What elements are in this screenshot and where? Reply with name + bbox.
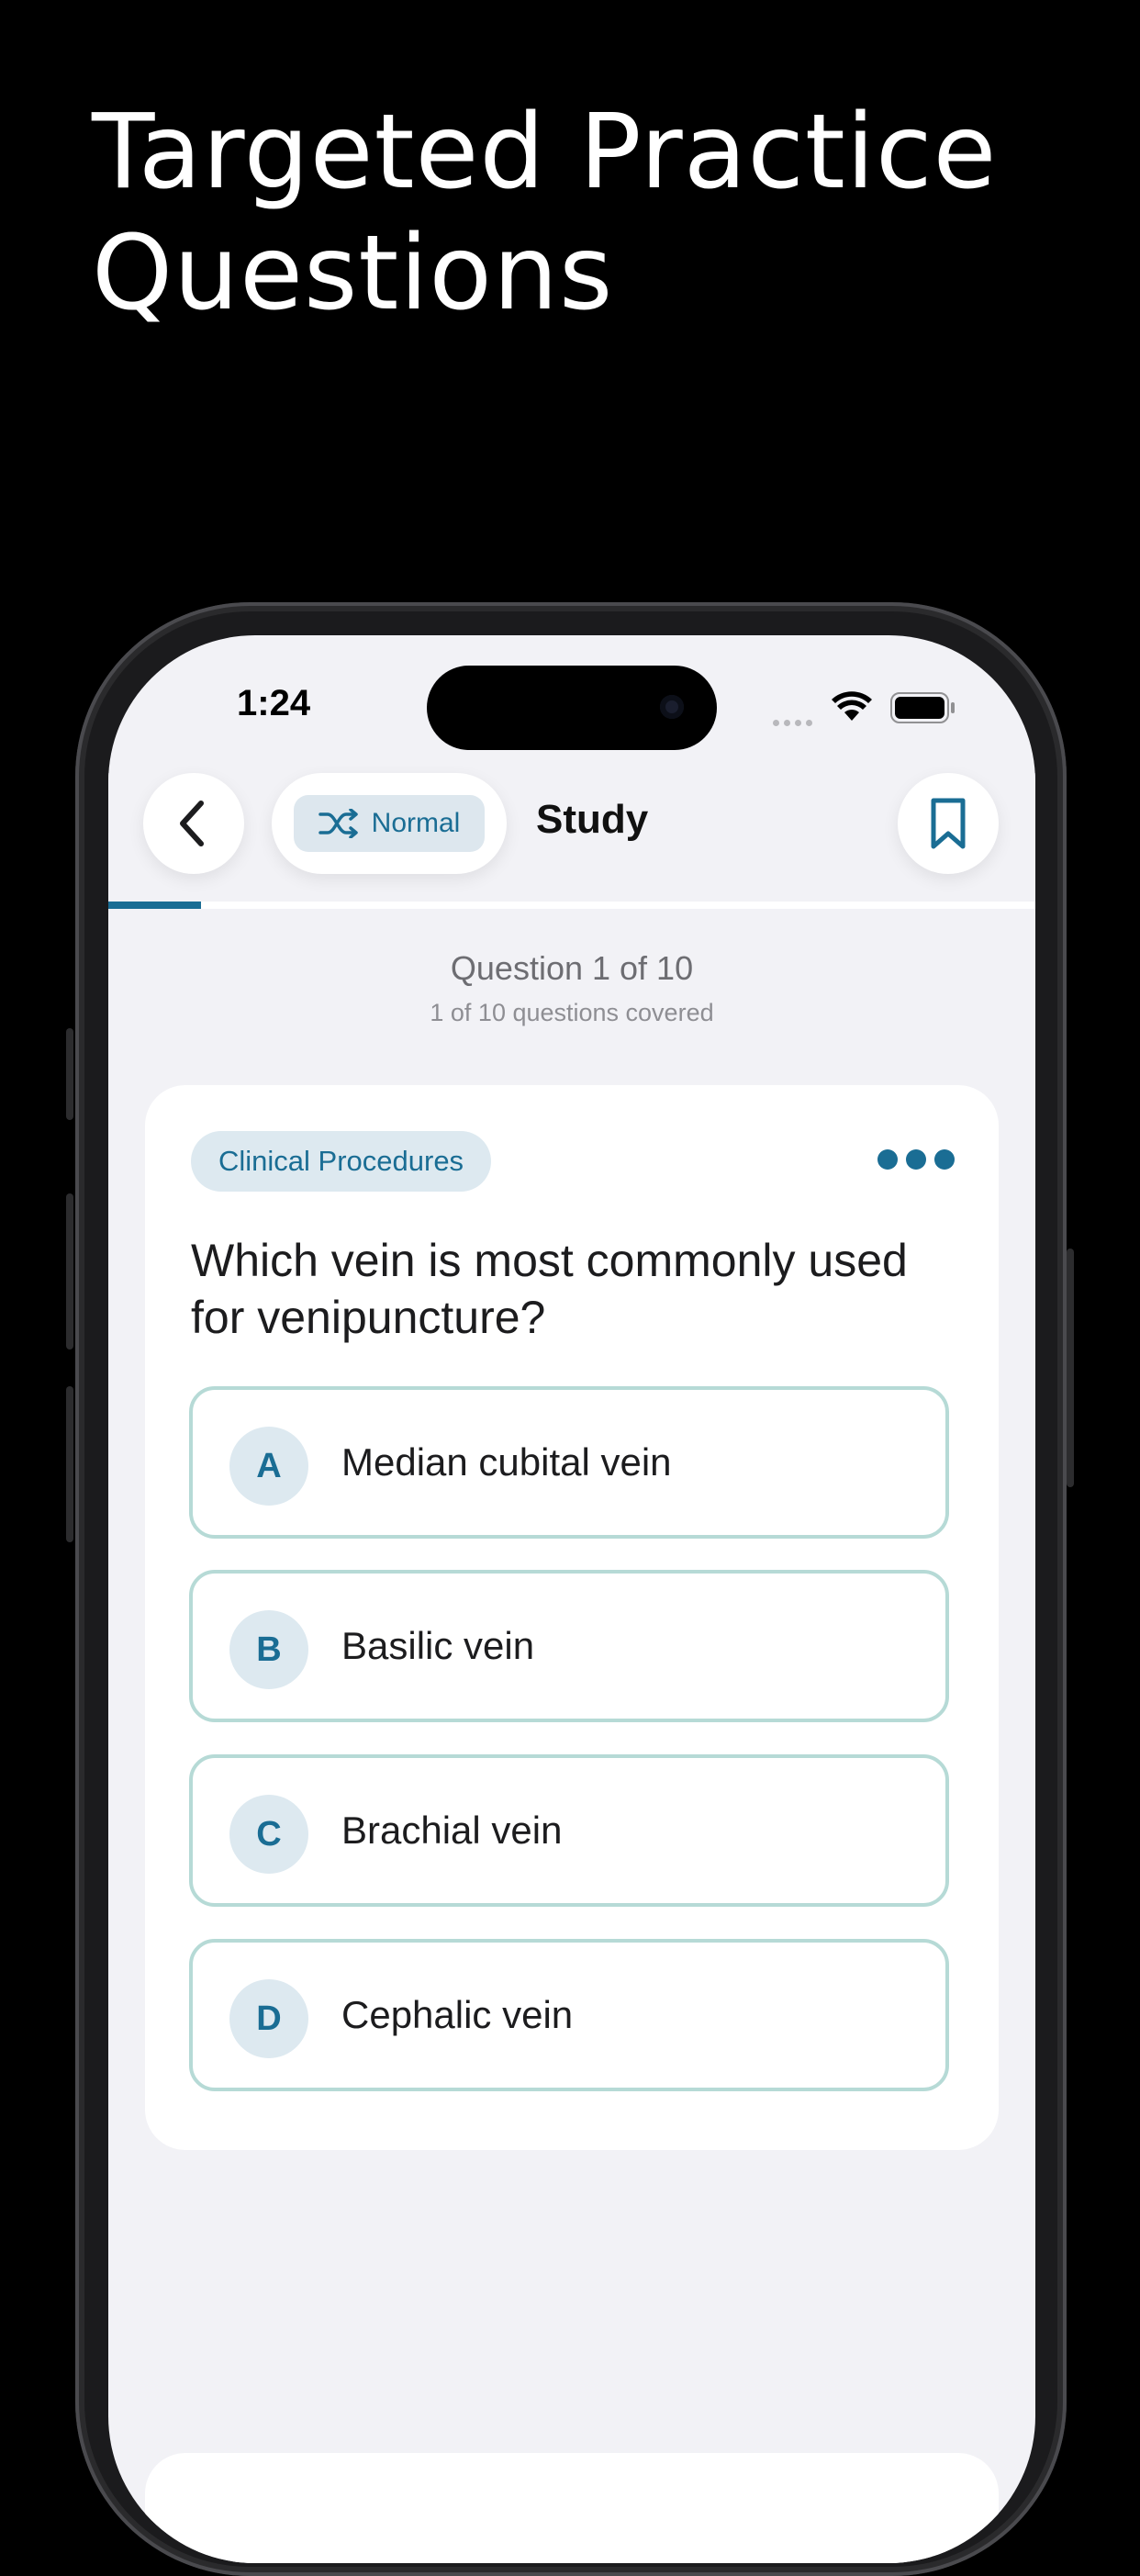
option-text: Cephalic vein bbox=[341, 1993, 574, 2036]
option-letter-badge: A bbox=[229, 1427, 308, 1506]
dynamic-island bbox=[427, 666, 717, 750]
option-text: Brachial vein bbox=[341, 1809, 563, 1852]
status-time: 1:24 bbox=[237, 683, 311, 723]
study-mode-label: Normal bbox=[371, 808, 461, 838]
more-options-button[interactable] bbox=[877, 1149, 955, 1170]
page-title: Study bbox=[536, 797, 649, 842]
back-button[interactable] bbox=[143, 773, 244, 874]
answer-option-b[interactable]: B Basilic vein bbox=[189, 1570, 949, 1722]
phone-side-button bbox=[66, 1028, 73, 1120]
camera-icon bbox=[660, 695, 684, 719]
headline-line-2: Questions bbox=[92, 214, 614, 333]
battery-icon bbox=[890, 692, 955, 723]
progress-bar bbox=[108, 902, 1035, 909]
answer-option-a[interactable]: A Median cubital vein bbox=[189, 1386, 949, 1539]
option-text: Basilic vein bbox=[341, 1624, 535, 1667]
phone-side-button bbox=[66, 1193, 73, 1350]
study-mode-toggle[interactable]: Normal bbox=[272, 773, 507, 874]
answer-option-c[interactable]: C Brachial vein bbox=[189, 1754, 949, 1907]
bottom-panel bbox=[145, 2453, 999, 2563]
ellipsis-icon bbox=[906, 1149, 926, 1170]
status-bar: 1:24 bbox=[108, 635, 1035, 750]
headline-line-1: Targeted Practice bbox=[92, 93, 998, 212]
questions-covered-text: 1 of 10 questions covered bbox=[430, 999, 714, 1026]
chevron-left-icon bbox=[180, 801, 204, 846]
question-text: Which vein is most commonly used for ven… bbox=[191, 1235, 908, 1343]
phone-side-button bbox=[66, 1386, 73, 1542]
option-letter-badge: B bbox=[229, 1610, 308, 1689]
bookmark-icon bbox=[931, 798, 966, 849]
headline: Targeted Practice Questions bbox=[92, 92, 997, 334]
phone-power-button bbox=[1067, 1249, 1074, 1487]
shuffle-icon bbox=[318, 809, 358, 838]
question-counter: Question 1 of 10 bbox=[450, 949, 694, 987]
answer-option-d[interactable]: D Cephalic vein bbox=[189, 1939, 949, 2091]
option-letter-badge: D bbox=[229, 1979, 308, 2058]
wifi-icon bbox=[832, 691, 872, 721]
ellipsis-icon bbox=[877, 1149, 898, 1170]
option-letter-badge: C bbox=[229, 1795, 308, 1874]
option-text: Median cubital vein bbox=[341, 1440, 672, 1484]
study-mode-chip: Normal bbox=[294, 795, 485, 852]
bookmark-button[interactable] bbox=[898, 773, 999, 874]
cellular-signal-icon bbox=[773, 714, 817, 731]
phone-screen: 1:24 Normal Study Question 1 of 10 1 of … bbox=[108, 635, 1035, 2563]
top-nav-bar: Normal Study bbox=[108, 773, 1035, 892]
ellipsis-icon bbox=[934, 1149, 955, 1170]
progress-bar-fill bbox=[108, 902, 201, 909]
question-card: Clinical Procedures Which vein is most c… bbox=[145, 1085, 999, 2150]
category-badge: Clinical Procedures bbox=[191, 1131, 492, 1192]
